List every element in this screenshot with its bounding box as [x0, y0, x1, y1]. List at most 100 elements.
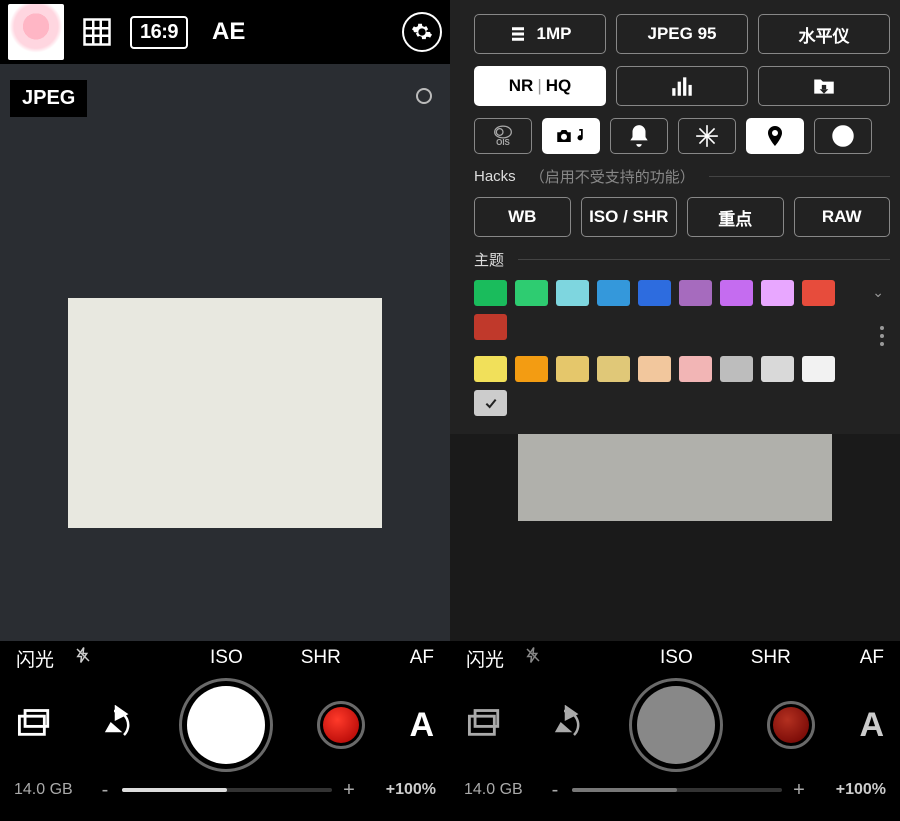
theme-swatch[interactable]	[638, 356, 671, 382]
af-label[interactable]: AF	[860, 647, 884, 669]
location-pin-icon	[767, 126, 783, 146]
record-button[interactable]	[767, 701, 815, 749]
hacks-title: Hacks	[474, 168, 516, 185]
nr-hq-button[interactable]: NR | HQ	[474, 66, 606, 106]
theme-title: 主题	[474, 249, 504, 270]
rotation-lock-icon	[830, 123, 856, 149]
label-row: 闪光 ISO SHR AF	[462, 641, 888, 675]
theme-swatch[interactable]	[474, 280, 507, 306]
storage-text: 14.0 GB	[464, 781, 538, 799]
camera-sound-button[interactable]	[542, 118, 600, 154]
record-button[interactable]	[317, 701, 365, 749]
theme-swatch-selected[interactable]	[474, 390, 507, 416]
theme-swatch[interactable]	[638, 280, 671, 306]
resolution-icon	[509, 25, 527, 43]
record-inner	[323, 707, 359, 743]
ois-text: OIS	[496, 139, 510, 147]
zoom-slider[interactable]	[122, 788, 332, 792]
zoom-out-button[interactable]: -	[548, 779, 562, 802]
iso-label[interactable]: ISO	[210, 647, 243, 669]
ois-button[interactable]: OIS	[474, 118, 532, 154]
shr-label[interactable]: SHR	[301, 647, 341, 669]
iso-label[interactable]: ISO	[660, 647, 693, 669]
zoom-out-button[interactable]: -	[98, 779, 112, 802]
gallery-thumbnail[interactable]	[8, 4, 64, 60]
theme-swatches: ⌄	[474, 280, 890, 416]
topbar: 16:9 AE	[0, 0, 450, 64]
zoom-value: +100%	[366, 781, 436, 799]
divider-line	[709, 176, 890, 177]
theme-swatch[interactable]	[597, 280, 630, 306]
shutter-inner	[637, 686, 715, 764]
gear-icon	[411, 21, 433, 43]
storage-text: 14.0 GB	[14, 781, 88, 799]
histogram-button[interactable]	[616, 66, 748, 106]
theme-swatch[interactable]	[515, 280, 548, 306]
wb-hack-button[interactable]: WB	[474, 197, 571, 237]
panel-right: 1MP JPEG 95 水平仪 NR | HQ OIS	[450, 0, 900, 821]
theme-swatch[interactable]	[802, 280, 835, 306]
viewfinder[interactable]	[68, 298, 382, 528]
theme-swatch[interactable]	[597, 356, 630, 382]
jpeg-quality-button[interactable]: JPEG 95	[616, 14, 748, 54]
theme-swatch[interactable]	[556, 280, 589, 306]
theme-swatch[interactable]	[761, 356, 794, 382]
geotag-button[interactable]	[746, 118, 804, 154]
grid-icon[interactable]	[82, 17, 112, 47]
focus-hack-button[interactable]: 重点	[687, 197, 784, 237]
iso-shr-hack-button[interactable]: ISO / SHR	[581, 197, 678, 237]
more-icon[interactable]	[880, 326, 884, 346]
record-inner	[773, 707, 809, 743]
settings-panel: 1MP JPEG 95 水平仪 NR | HQ OIS	[450, 0, 900, 434]
theme-swatch[interactable]	[720, 280, 753, 306]
ae-button[interactable]: AE	[212, 18, 245, 46]
save-location-button[interactable]	[758, 66, 890, 106]
theme-swatch[interactable]	[679, 356, 712, 382]
zoom-in-button[interactable]: +	[342, 779, 356, 802]
notification-button[interactable]	[610, 118, 668, 154]
ois-icon	[493, 125, 513, 139]
status-row: 14.0 GB - + +100%	[12, 775, 438, 805]
music-note-icon	[575, 129, 587, 143]
theme-swatch[interactable]	[679, 280, 712, 306]
flash-off-icon[interactable]	[524, 646, 542, 670]
format-badge: JPEG	[10, 80, 87, 117]
af-label[interactable]: AF	[410, 647, 434, 669]
bottom-controls: 闪光 ISO SHR AF A	[0, 641, 450, 821]
divider-text: |	[537, 76, 541, 96]
filter-button[interactable]	[94, 705, 134, 745]
flash-label[interactable]: 闪光	[16, 645, 74, 672]
shutter-button[interactable]	[629, 678, 723, 772]
divider-line	[518, 259, 890, 260]
auto-mode-button[interactable]: A	[409, 706, 434, 745]
theme-swatch[interactable]	[802, 356, 835, 382]
shutter-button[interactable]	[179, 678, 273, 772]
flash-off-icon[interactable]	[74, 646, 92, 670]
chevron-down-icon[interactable]: ⌄	[872, 284, 884, 301]
theme-swatch[interactable]	[515, 356, 548, 382]
raw-hack-button[interactable]: RAW	[794, 197, 891, 237]
status-row: 14.0 GB - + +100%	[462, 775, 888, 805]
shr-label[interactable]: SHR	[751, 647, 791, 669]
auto-mode-button[interactable]: A	[859, 706, 884, 745]
resolution-button[interactable]: 1MP	[474, 14, 606, 54]
screen-mode-button[interactable]	[16, 709, 50, 742]
zoom-slider[interactable]	[572, 788, 782, 792]
theme-swatch[interactable]	[556, 356, 589, 382]
theme-swatch[interactable]	[761, 280, 794, 306]
level-button[interactable]: 水平仪	[758, 14, 890, 54]
theme-swatch[interactable]	[720, 356, 753, 382]
settings-button[interactable]	[402, 12, 442, 52]
aspect-ratio-button[interactable]: 16:9	[130, 16, 188, 49]
theme-swatch[interactable]	[474, 314, 507, 340]
slider-fill	[122, 788, 227, 792]
filter-button[interactable]	[544, 705, 584, 745]
screen-mode-button[interactable]	[466, 709, 500, 742]
flash-label[interactable]: 闪光	[466, 645, 524, 672]
burst-button[interactable]	[678, 118, 736, 154]
zoom-in-button[interactable]: +	[792, 779, 806, 802]
settings-row-3: OIS	[474, 118, 890, 154]
rotation-lock-button[interactable]	[814, 118, 872, 154]
theme-swatch[interactable]	[474, 356, 507, 382]
shutter-inner	[187, 686, 265, 764]
